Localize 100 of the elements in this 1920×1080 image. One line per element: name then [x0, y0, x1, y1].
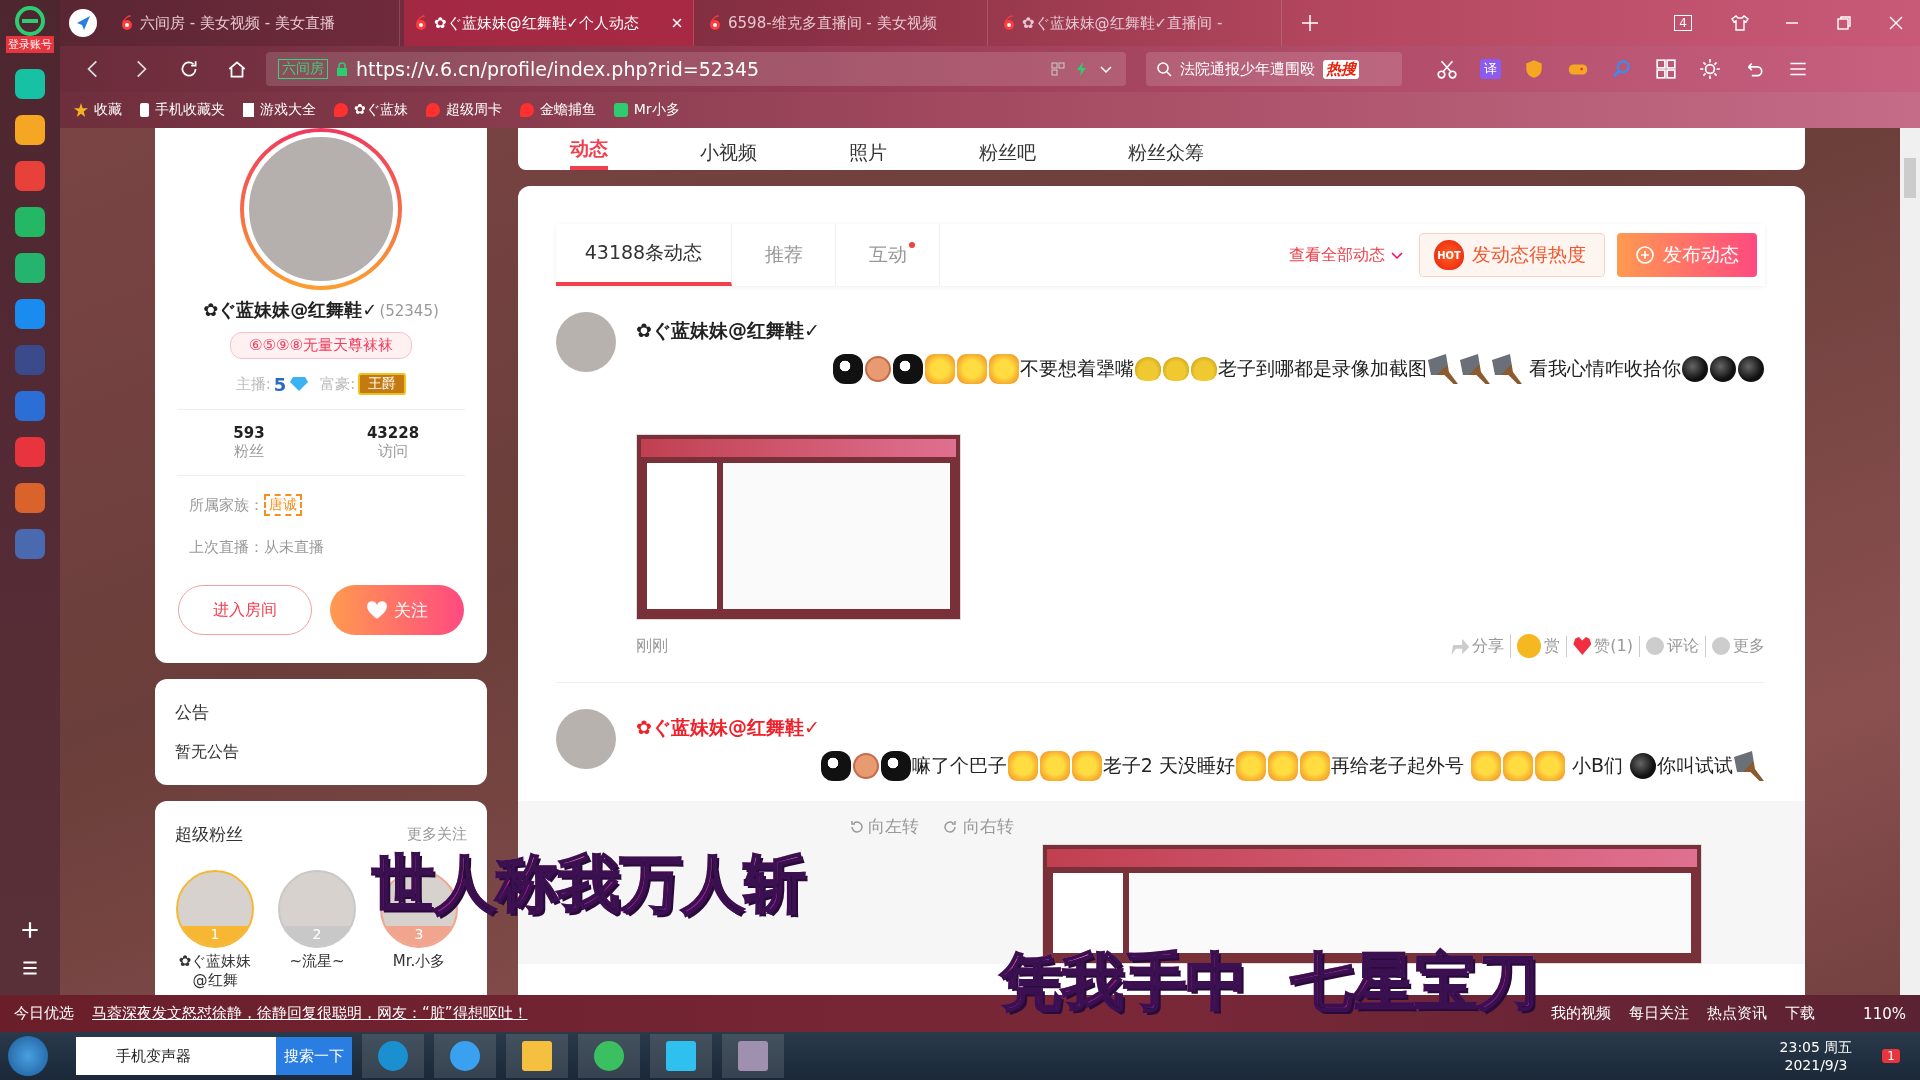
- zoom-level[interactable]: 110%: [1863, 1004, 1906, 1023]
- bookmark-item[interactable]: 游戏大全: [243, 101, 316, 119]
- taskbar-search-field[interactable]: 手机变声器: [76, 1037, 276, 1075]
- taskbar-app-icon[interactable]: [650, 1034, 712, 1078]
- bookmark-item[interactable]: 手机收藏夹: [140, 101, 225, 119]
- compass-icon[interactable]: [68, 8, 98, 38]
- qr-icon[interactable]: [1050, 61, 1066, 77]
- mask-face-icon: [880, 751, 911, 781]
- app-icon[interactable]: [15, 437, 45, 467]
- site-logo-icon: [120, 14, 134, 32]
- address-field[interactable]: 六间房 https://v.6.cn/profile/index.php?rid=52345: [266, 52, 1126, 86]
- status-link[interactable]: 每日关注: [1629, 1004, 1690, 1023]
- post-author[interactable]: ✿ぐ蓝妹妹@红舞鞋✓: [636, 318, 820, 344]
- family-tag: 唐诚: [264, 494, 302, 516]
- scissors-icon[interactable]: [1436, 58, 1458, 80]
- six-logo-icon: [334, 103, 348, 117]
- bookmark-item[interactable]: ✿ぐ蓝妹: [334, 101, 408, 119]
- post-text: 老子到哪都是录像加截图: [1217, 356, 1427, 381]
- profile-nav-tab[interactable]: 动态: [570, 137, 608, 170]
- close-icon[interactable]: [671, 17, 683, 29]
- shield-icon[interactable]: [1523, 58, 1545, 80]
- scrollbar[interactable]: [1900, 128, 1920, 995]
- app-icon[interactable]: [15, 207, 45, 237]
- taskbar-app-icon[interactable]: [722, 1034, 784, 1078]
- taskbar-app-icon[interactable]: [434, 1034, 496, 1078]
- taskbar-app-icon[interactable]: [362, 1034, 424, 1078]
- tab-count[interactable]: 4: [1674, 15, 1692, 31]
- fan-name[interactable]: ✿ぐ蓝妹妹@红舞: [175, 952, 255, 990]
- sun-icon[interactable]: [1699, 58, 1721, 80]
- app-icon[interactable]: [15, 483, 45, 513]
- phone-icon: [140, 103, 149, 117]
- bookmark-item[interactable]: 金蟾捕鱼: [519, 101, 596, 119]
- profile-nav-tab[interactable]: 粉丝吧: [979, 141, 1036, 170]
- fan-name[interactable]: ~流星~: [289, 952, 345, 971]
- feed-tab[interactable]: 43188条动态: [556, 224, 732, 286]
- post-action[interactable]: 赏: [1510, 634, 1561, 658]
- bomb-icon: [1682, 356, 1708, 382]
- start-button[interactable]: [8, 1036, 48, 1076]
- status-link[interactable]: 我的视频: [1551, 1004, 1612, 1023]
- follow-button[interactable]: 关注: [330, 585, 464, 635]
- profile-nav-tab[interactable]: 粉丝众筹: [1128, 141, 1204, 170]
- bookmark-item[interactable]: 超级周卡: [425, 101, 502, 119]
- search-icon: [1156, 61, 1172, 77]
- bookmark-item[interactable]: Mr小多: [613, 101, 680, 119]
- heart-icon: [366, 600, 388, 620]
- fan-name[interactable]: Mr.小多: [392, 952, 446, 971]
- add-icon[interactable]: [19, 919, 41, 941]
- feed-tab[interactable]: 互动: [836, 224, 940, 286]
- app-icon[interactable]: [15, 69, 45, 99]
- post-author[interactable]: ✿ぐ蓝妹妹@红舞鞋✓: [636, 715, 820, 741]
- taskbar-search-button[interactable]: 搜索一下: [276, 1037, 352, 1075]
- view-all-dropdown[interactable]: 查看全部动态: [1289, 244, 1405, 266]
- app-icon[interactable]: [15, 253, 45, 283]
- download-link[interactable]: 下载: [1785, 1004, 1816, 1023]
- app-icon[interactable]: [15, 115, 45, 145]
- post-action[interactable]: 更多: [1705, 635, 1765, 657]
- notification-badge[interactable]: 1: [1882, 1049, 1900, 1063]
- family-label: 所属家族：: [189, 495, 264, 515]
- feed-tab[interactable]: 推荐: [732, 224, 836, 286]
- profile-name: ✿ぐ蓝妹妹@红舞鞋✓: [203, 298, 378, 322]
- notice-title: 公告: [175, 701, 210, 724]
- screenshot-drawing[interactable]: [636, 434, 961, 620]
- news-ticker-link[interactable]: 马蓉深夜发文怒怼徐静，徐静回复很聪明，网友：“脏”得想呕吐！: [92, 1004, 528, 1023]
- post-text: 嘛了个巴子: [911, 753, 1007, 778]
- anchor-label: 主播:: [235, 374, 271, 394]
- post-text: 看我心情咋收拾你: [1528, 356, 1681, 381]
- angry-face-icon: [1235, 751, 1266, 781]
- post-action[interactable]: 评论: [1639, 635, 1699, 657]
- profile-nav-tab[interactable]: 照片: [849, 141, 887, 170]
- post-action[interactable]: 分享: [1451, 635, 1505, 657]
- shirt-icon[interactable]: [1730, 13, 1750, 33]
- login-label[interactable]: 登录账号: [6, 36, 54, 53]
- app-icon[interactable]: [15, 391, 45, 421]
- rich-label: 富豪:: [320, 374, 356, 394]
- publish-button[interactable]: 发布动态: [1617, 233, 1757, 277]
- bookmark-item[interactable]: 收藏: [74, 101, 122, 119]
- restore-icon[interactable]: [1834, 13, 1854, 33]
- daily-pick-label[interactable]: 今日优选: [14, 1004, 74, 1023]
- hot-post-button[interactable]: HOT 发动态得热度: [1419, 233, 1605, 277]
- post-action[interactable]: 赞(1): [1566, 635, 1633, 657]
- grid-icon[interactable]: [1655, 58, 1677, 80]
- taskbar-app-icon[interactable]: [578, 1034, 640, 1078]
- browser-logo-icon[interactable]: [15, 6, 45, 36]
- taskbar-app-icon[interactable]: [506, 1034, 568, 1078]
- diamond-icon: [289, 376, 310, 392]
- search-field[interactable]: 法院通报少年遭围殴 热搜: [1146, 52, 1402, 86]
- ingot-icon: [1162, 357, 1189, 381]
- new-tab-icon[interactable]: [1300, 13, 1320, 33]
- app-icon[interactable]: [15, 299, 45, 329]
- enter-room-button[interactable]: 进入房间: [178, 585, 312, 635]
- app-icon[interactable]: [15, 161, 45, 191]
- translate-button[interactable]: 译: [1480, 59, 1501, 79]
- browser-tab[interactable]: ✿ぐ蓝妹妹@红舞鞋✓个人动态: [404, 0, 694, 46]
- angry-face-icon: [1534, 751, 1565, 781]
- clock[interactable]: 23:05 周五 2021/9/3: [1779, 1039, 1853, 1073]
- profile-nav-tab[interactable]: 小视频: [700, 141, 757, 170]
- stat-label: 粉丝: [234, 442, 264, 461]
- post-time: 刚刚: [636, 635, 668, 657]
- more-follow-link[interactable]: 更多关注: [407, 825, 467, 844]
- status-link[interactable]: 热点资讯: [1707, 1004, 1768, 1023]
